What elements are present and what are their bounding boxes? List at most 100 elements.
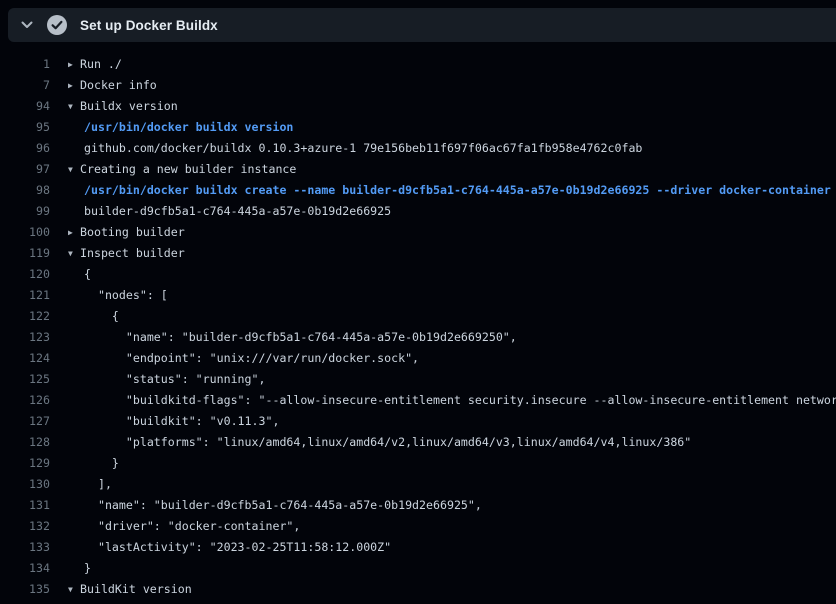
log-text: "driver": "docker-container", xyxy=(68,516,836,537)
log-text: ], xyxy=(68,474,836,495)
line-number[interactable]: 127 xyxy=(0,411,50,432)
log-text: "lastActivity": "2023-02-25T11:58:12.000… xyxy=(68,537,836,558)
log-group-header: 1 ▶Run ./ xyxy=(0,54,836,75)
line-number[interactable]: 133 xyxy=(0,537,50,558)
group-title-text: Docker info xyxy=(80,78,157,92)
log-text: } xyxy=(68,558,836,579)
log-line: 128 "platforms": "linux/amd64,linux/amd6… xyxy=(0,432,836,453)
log-text: builder-d9cfb5a1-c764-445a-a57e-0b19d2e6… xyxy=(68,600,836,604)
log-text: "status": "running", xyxy=(68,369,836,390)
log-group-header: 7 ▶Docker info xyxy=(0,75,836,96)
log-line: 125 "status": "running", xyxy=(0,369,836,390)
line-number[interactable]: 129 xyxy=(0,453,50,474)
log-line: 129 } xyxy=(0,453,836,474)
line-number[interactable]: 124 xyxy=(0,348,50,369)
group-title[interactable]: ▼Creating a new builder instance xyxy=(68,159,836,180)
log-text: "buildkitd-flags": "--allow-insecure-ent… xyxy=(68,390,836,411)
line-number[interactable]: 99 xyxy=(0,201,50,222)
line-number[interactable]: 98 xyxy=(0,180,50,201)
log-group-header: 94 ▼Buildx version xyxy=(0,96,836,117)
log-viewer: 1▶Run ./7▶Docker info94▼Buildx version95… xyxy=(0,42,836,604)
log-group-header: 100 ▶Booting builder xyxy=(0,222,836,243)
line-number[interactable]: 96 xyxy=(0,138,50,159)
line-number[interactable]: 97 xyxy=(0,159,50,180)
line-number[interactable]: 94 xyxy=(0,96,50,117)
line-number[interactable]: 100 xyxy=(0,222,50,243)
log-text: github.com/docker/buildx 0.10.3+azure-1 … xyxy=(68,138,836,159)
group-title[interactable]: ▼Buildx version xyxy=(68,96,836,117)
log-text: "nodes": [ xyxy=(68,285,836,306)
log-line: 133 "lastActivity": "2023-02-25T11:58:12… xyxy=(0,537,836,558)
group-title[interactable]: ▼BuildKit version xyxy=(68,579,836,600)
triangle-down-icon[interactable]: ▼ xyxy=(68,243,80,264)
line-number[interactable]: 122 xyxy=(0,306,50,327)
line-number[interactable]: 120 xyxy=(0,264,50,285)
line-number[interactable]: 130 xyxy=(0,474,50,495)
line-number[interactable]: 1 xyxy=(0,54,50,75)
line-number[interactable]: 134 xyxy=(0,558,50,579)
log-line: 134} xyxy=(0,558,836,579)
log-line: 136 builder-d9cfb5a1-c764-445a-a57e-0b19d… xyxy=(0,600,836,604)
log-line: 122 { xyxy=(0,306,836,327)
line-number[interactable]: 123 xyxy=(0,327,50,348)
log-text: "buildkit": "v0.11.3", xyxy=(68,411,836,432)
log-line: 127 "buildkit": "v0.11.3", xyxy=(0,411,836,432)
log-group-header: 135 ▼BuildKit version xyxy=(0,579,836,600)
triangle-right-icon[interactable]: ▶ xyxy=(68,75,80,96)
log-line: 131 "name": "builder-d9cfb5a1-c764-445a-… xyxy=(0,495,836,516)
log-line: 120 { xyxy=(0,264,836,285)
group-title[interactable]: ▶Docker info xyxy=(68,75,836,96)
chevron-down-icon[interactable] xyxy=(20,18,34,32)
check-circle-icon xyxy=(47,15,67,35)
triangle-down-icon[interactable]: ▼ xyxy=(68,96,80,117)
line-number[interactable]: 119 xyxy=(0,243,50,264)
log-text: { xyxy=(68,306,836,327)
log-line: 123 "name": "builder-d9cfb5a1-c764-445a-… xyxy=(0,327,836,348)
log-text: "name": "builder-d9cfb5a1-c764-445a-a57e… xyxy=(68,327,836,348)
triangle-down-icon[interactable]: ▼ xyxy=(68,579,80,600)
line-number[interactable]: 95 xyxy=(0,117,50,138)
triangle-right-icon[interactable]: ▶ xyxy=(68,54,80,75)
line-number[interactable]: 136 xyxy=(0,600,50,604)
line-number[interactable]: 128 xyxy=(0,432,50,453)
line-number[interactable]: 135 xyxy=(0,579,50,600)
line-number[interactable]: 121 xyxy=(0,285,50,306)
log-line: 99 builder-d9cfb5a1-c764-445a-a57e-0b19d2… xyxy=(0,201,836,222)
log-line: 96 github.com/docker/buildx 0.10.3+azure-… xyxy=(0,138,836,159)
triangle-right-icon[interactable]: ▶ xyxy=(68,222,80,243)
log-text: /usr/bin/docker buildx create --name bui… xyxy=(68,180,836,201)
triangle-down-icon[interactable]: ▼ xyxy=(68,159,80,180)
log-line: 130 ], xyxy=(0,474,836,495)
log-line: 95/usr/bin/docker buildx version xyxy=(0,117,836,138)
group-title-text: BuildKit version xyxy=(80,582,192,596)
line-number[interactable]: 7 xyxy=(0,75,50,96)
step-title: Set up Docker Buildx xyxy=(80,18,218,33)
line-number[interactable]: 132 xyxy=(0,516,50,537)
log-group-header: 119 ▼Inspect builder xyxy=(0,243,836,264)
group-title-text: Buildx version xyxy=(80,99,178,113)
log-line: 98/usr/bin/docker buildx create --name b… xyxy=(0,180,836,201)
log-line: 124 "endpoint": "unix:///var/run/docker.… xyxy=(0,348,836,369)
group-title[interactable]: ▼Inspect builder xyxy=(68,243,836,264)
log-text: "name": "builder-d9cfb5a1-c764-445a-a57e… xyxy=(68,495,836,516)
log-text: "endpoint": "unix:///var/run/docker.sock… xyxy=(68,348,836,369)
group-title[interactable]: ▶Booting builder xyxy=(68,222,836,243)
step-header-set-up-docker-buildx[interactable]: Set up Docker Buildx xyxy=(8,8,836,42)
line-number[interactable]: 125 xyxy=(0,369,50,390)
log-line: 121 "nodes": [ xyxy=(0,285,836,306)
group-title-text: Inspect builder xyxy=(80,246,185,260)
log-text: builder-d9cfb5a1-c764-445a-a57e-0b19d2e6… xyxy=(68,201,836,222)
group-title-text: Booting builder xyxy=(80,225,185,239)
log-text: "platforms": "linux/amd64,linux/amd64/v2… xyxy=(68,432,836,453)
line-number[interactable]: 131 xyxy=(0,495,50,516)
group-title-text: Run ./ xyxy=(80,57,122,71)
log-group-header: 97 ▼Creating a new builder instance xyxy=(0,159,836,180)
log-text: } xyxy=(68,453,836,474)
log-text: /usr/bin/docker buildx version xyxy=(68,117,836,138)
log-text: { xyxy=(68,264,836,285)
log-line: 126 "buildkitd-flags": "--allow-insecure… xyxy=(0,390,836,411)
group-title-text: Creating a new builder instance xyxy=(80,162,296,176)
group-title[interactable]: ▶Run ./ xyxy=(68,54,836,75)
line-number[interactable]: 126 xyxy=(0,390,50,411)
log-line: 132 "driver": "docker-container", xyxy=(0,516,836,537)
